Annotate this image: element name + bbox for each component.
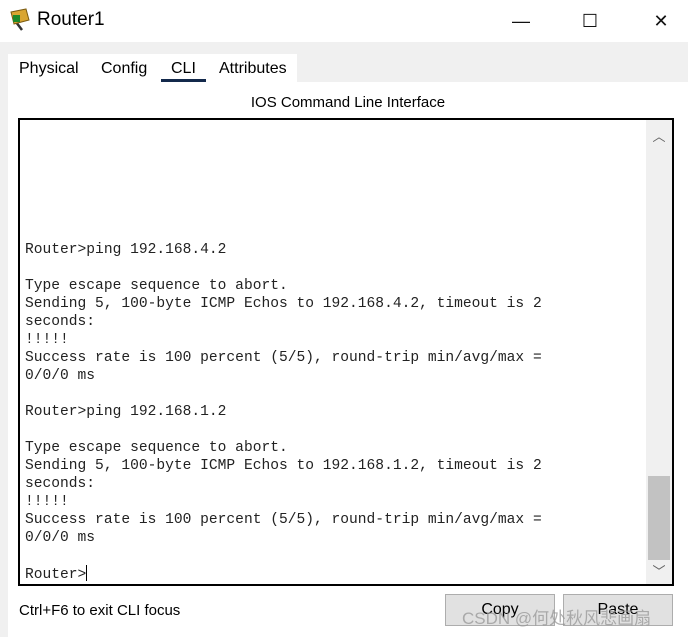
watermark: CSDN @何处秋风悲画扇 (462, 609, 652, 628)
terminal-line: Type escape sequence to abort. (25, 440, 288, 456)
scroll-down-icon[interactable]: ﹀ (646, 558, 672, 582)
cli-terminal[interactable]: Router>ping 192.168.4.2​Type escape sequ… (18, 118, 674, 586)
scroll-up-icon[interactable]: ︿ (646, 123, 672, 147)
title-bar: Router1 — ☐ ✕ (0, 0, 688, 42)
minimize-button[interactable]: — (498, 6, 544, 36)
terminal-line: Router>ping 192.168.4.2 (25, 242, 227, 258)
tab-config[interactable]: Config (101, 60, 147, 78)
terminal-line: 0/0/0 ms (25, 368, 96, 384)
terminal-line: seconds: (25, 476, 96, 492)
tab-cli[interactable]: CLI (161, 60, 206, 83)
vertical-scrollbar[interactable]: ︿ ﹀ (646, 120, 672, 584)
terminal-line: !!!!! (25, 332, 69, 348)
terminal-line: Type escape sequence to abort. (25, 278, 288, 294)
terminal-line: ​ (25, 385, 542, 403)
maximize-button[interactable]: ☐ (567, 6, 613, 36)
terminal-line: !!!!! (25, 494, 69, 510)
scrollbar-thumb[interactable] (648, 476, 670, 560)
terminal-line: ​ (25, 421, 542, 439)
terminal-prompt: Router> (25, 567, 87, 583)
terminal-line: Sending 5, 100-byte ICMP Echos to 192.16… (25, 296, 542, 312)
terminal-line: seconds: (25, 314, 96, 330)
window-title: Router1 (37, 9, 105, 30)
panel-header: IOS Command Line Interface (250, 94, 446, 111)
terminal-line: Success rate is 100 percent (5/5), round… (25, 512, 542, 528)
terminal-line: Sending 5, 100-byte ICMP Echos to 192.16… (25, 458, 542, 474)
cli-focus-hint: Ctrl+F6 to exit CLI focus (19, 602, 181, 619)
terminal-line: ​ (25, 259, 542, 277)
close-button[interactable]: ✕ (638, 6, 684, 36)
terminal-line: Router>ping 192.168.1.2 (25, 404, 227, 420)
terminal-line: 0/0/0 ms (25, 530, 96, 546)
tab-physical[interactable]: Physical (19, 60, 79, 78)
terminal-line: ​ (25, 547, 542, 565)
tab-bar: Physical Config CLI Attributes (8, 54, 297, 83)
terminal-output: Router>ping 192.168.4.2​Type escape sequ… (25, 241, 542, 584)
tab-attributes[interactable]: Attributes (219, 60, 287, 78)
terminal-line: Success rate is 100 percent (5/5), round… (25, 350, 542, 366)
text-cursor (86, 565, 88, 581)
terminal-prompt-line: Router> (25, 565, 542, 584)
router-icon (10, 8, 30, 31)
